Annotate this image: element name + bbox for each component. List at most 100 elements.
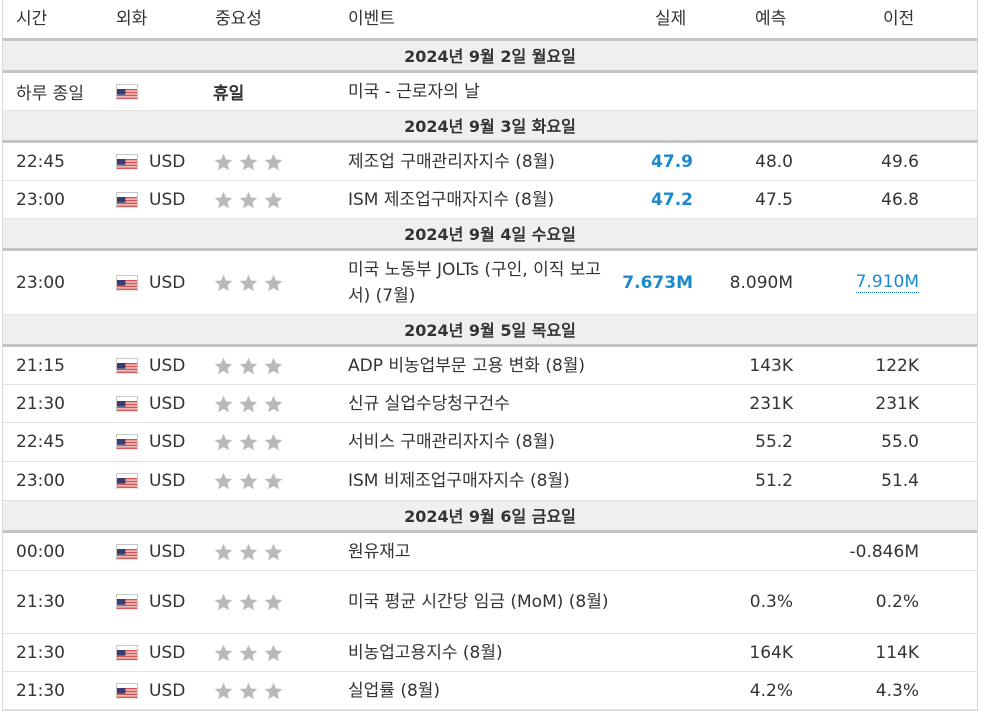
day-header: 2024년 9월 2일 월요일 (3, 41, 977, 73)
header-event[interactable]: 이벤트 (348, 0, 395, 38)
us-flag-icon (116, 462, 140, 500)
us-flag-icon (116, 571, 140, 633)
event-currency: USD (149, 471, 186, 491)
event-row[interactable]: 23:00 USD ISM 비제조업구매자지수 (8월) 51.2 51.4 (3, 462, 977, 501)
star-icon (263, 432, 284, 452)
star-icon (213, 542, 234, 562)
event-currency: USD (149, 541, 186, 562)
header-previous[interactable]: 이전 (883, 0, 914, 38)
importance-stars (213, 634, 303, 671)
us-flag-icon (116, 143, 140, 180)
event-name[interactable]: ISM 제조업구매자지수 (8월) (348, 181, 613, 218)
event-row[interactable]: 21:30 USD 비농업고용지수 (8월) 164K 114K (3, 634, 977, 672)
event-forecast: 47.5 (755, 189, 793, 210)
header-currency[interactable]: 외화 (116, 0, 147, 38)
event-currency: USD (149, 592, 186, 612)
star-icon (213, 394, 234, 414)
event-row[interactable]: 21:15 USD ADP 비농업부문 고용 변화 (8월) 143K 122K (3, 347, 977, 385)
us-flag-icon (116, 385, 140, 422)
event-previous: 0.2% (875, 592, 919, 612)
event-row[interactable]: 21:30 USD 미국 평균 시간당 임금 (MoM) (8월) 0.3% 0.2% (3, 571, 977, 634)
holiday-label: 휴일 (213, 84, 245, 104)
importance-stars (213, 385, 303, 422)
importance-stars (213, 181, 303, 218)
event-name[interactable]: 미국 노동부 JOLTs (구인, 이직 보고서) (7월) (348, 251, 613, 314)
star-icon (238, 432, 259, 452)
event-actual (613, 423, 693, 461)
star-icon (238, 542, 259, 562)
star-icon (213, 432, 234, 452)
event-forecast: 143K (749, 355, 793, 376)
event-time: 21:30 (16, 680, 65, 701)
star-icon (213, 190, 234, 210)
event-previous: -0.846M (849, 541, 919, 562)
event-forecast: 231K (749, 393, 793, 414)
event-name[interactable]: 미국 - 근로자의 날 (348, 73, 613, 110)
event-previous[interactable]: 7.910M (803, 251, 919, 314)
event-name[interactable]: 원유재고 (348, 533, 613, 570)
event-name[interactable]: 실업률 (8월) (348, 672, 613, 709)
event-time: 21:30 (16, 393, 65, 414)
us-flag-icon (116, 634, 140, 671)
event-name[interactable]: 서비스 구매관리자지수 (8월) (348, 423, 613, 461)
event-row[interactable]: 하루 종일 휴일 미국 - 근로자의 날 (3, 73, 977, 111)
event-row[interactable]: 23:00 USD ISM 제조업구매자지수 (8월) 47.2 47.5 46.8 (3, 181, 977, 219)
header-time[interactable]: 시간 (16, 0, 47, 38)
star-icon (238, 152, 259, 172)
event-row[interactable]: 21:30 USD 실업률 (8월) 4.2% 4.3% (3, 672, 977, 710)
header-actual[interactable]: 실제 (655, 0, 686, 38)
star-icon (263, 643, 284, 663)
star-icon (213, 273, 234, 293)
event-forecast: 0.3% (749, 592, 793, 612)
event-actual: 47.9 (651, 151, 693, 172)
event-time: 22:45 (16, 432, 65, 452)
event-row[interactable]: 22:45 USD 서비스 구매관리자지수 (8월) 55.2 55.0 (3, 423, 977, 462)
importance-stars (213, 143, 303, 180)
event-actual: 47.2 (651, 189, 693, 210)
star-icon (238, 273, 259, 293)
star-icon (263, 592, 284, 612)
event-time: 21:30 (16, 642, 65, 663)
event-row[interactable]: 23:00 USD 미국 노동부 JOLTs (구인, 이직 보고서) (7월) 7.… (3, 251, 977, 315)
event-currency: USD (149, 393, 186, 414)
importance-stars (213, 347, 303, 384)
event-name[interactable]: 제조업 구매관리자지수 (8월) (348, 143, 613, 180)
event-time: 23:00 (16, 471, 65, 491)
us-flag-icon (116, 181, 140, 218)
event-time: 23:00 (16, 272, 65, 293)
event-time: 21:30 (16, 592, 65, 612)
star-icon (263, 152, 284, 172)
event-previous: 122K (875, 355, 919, 376)
event-previous (803, 73, 919, 110)
importance-stars (213, 251, 303, 314)
event-name[interactable]: ADP 비농업부문 고용 변화 (8월) (348, 347, 613, 384)
event-forecast: 4.2% (749, 680, 793, 701)
event-name[interactable]: 비농업고용지수 (8월) (348, 634, 613, 671)
us-flag-icon (116, 672, 140, 709)
event-currency: USD (149, 355, 186, 376)
event-forecast: 55.2 (755, 432, 793, 452)
table-header: 시간 외화 중요성 이벤트 실제 예측 이전 (3, 0, 977, 41)
event-actual (613, 672, 693, 709)
day-header: 2024년 9월 6일 금요일 (3, 501, 977, 533)
header-forecast[interactable]: 예측 (755, 0, 786, 38)
star-icon (263, 471, 284, 491)
event-row[interactable]: 22:45 USD 제조업 구매관리자지수 (8월) 47.9 48.0 49.6 (3, 143, 977, 181)
star-icon (213, 643, 234, 663)
event-name[interactable]: 미국 평균 시간당 임금 (MoM) (8월) (348, 571, 613, 633)
event-name[interactable]: 신규 실업수당청구건수 (348, 385, 613, 422)
header-importance[interactable]: 중요성 (215, 0, 262, 38)
event-row[interactable]: 21:30 USD 신규 실업수당청구건수 231K 231K (3, 385, 977, 423)
event-previous: 231K (875, 393, 919, 414)
star-icon (263, 356, 284, 376)
event-actual: 7.673M (622, 272, 693, 293)
event-row[interactable]: 00:00 USD 원유재고 -0.846M (3, 533, 977, 571)
star-icon (263, 190, 284, 210)
star-icon (263, 681, 284, 701)
event-forecast: 164K (749, 642, 793, 663)
importance-stars (213, 423, 303, 461)
previous-revised-link[interactable]: 7.910M (855, 272, 919, 293)
event-name[interactable]: ISM 비제조업구매자지수 (8월) (348, 462, 613, 500)
star-icon (213, 356, 234, 376)
us-flag-icon (116, 251, 140, 314)
